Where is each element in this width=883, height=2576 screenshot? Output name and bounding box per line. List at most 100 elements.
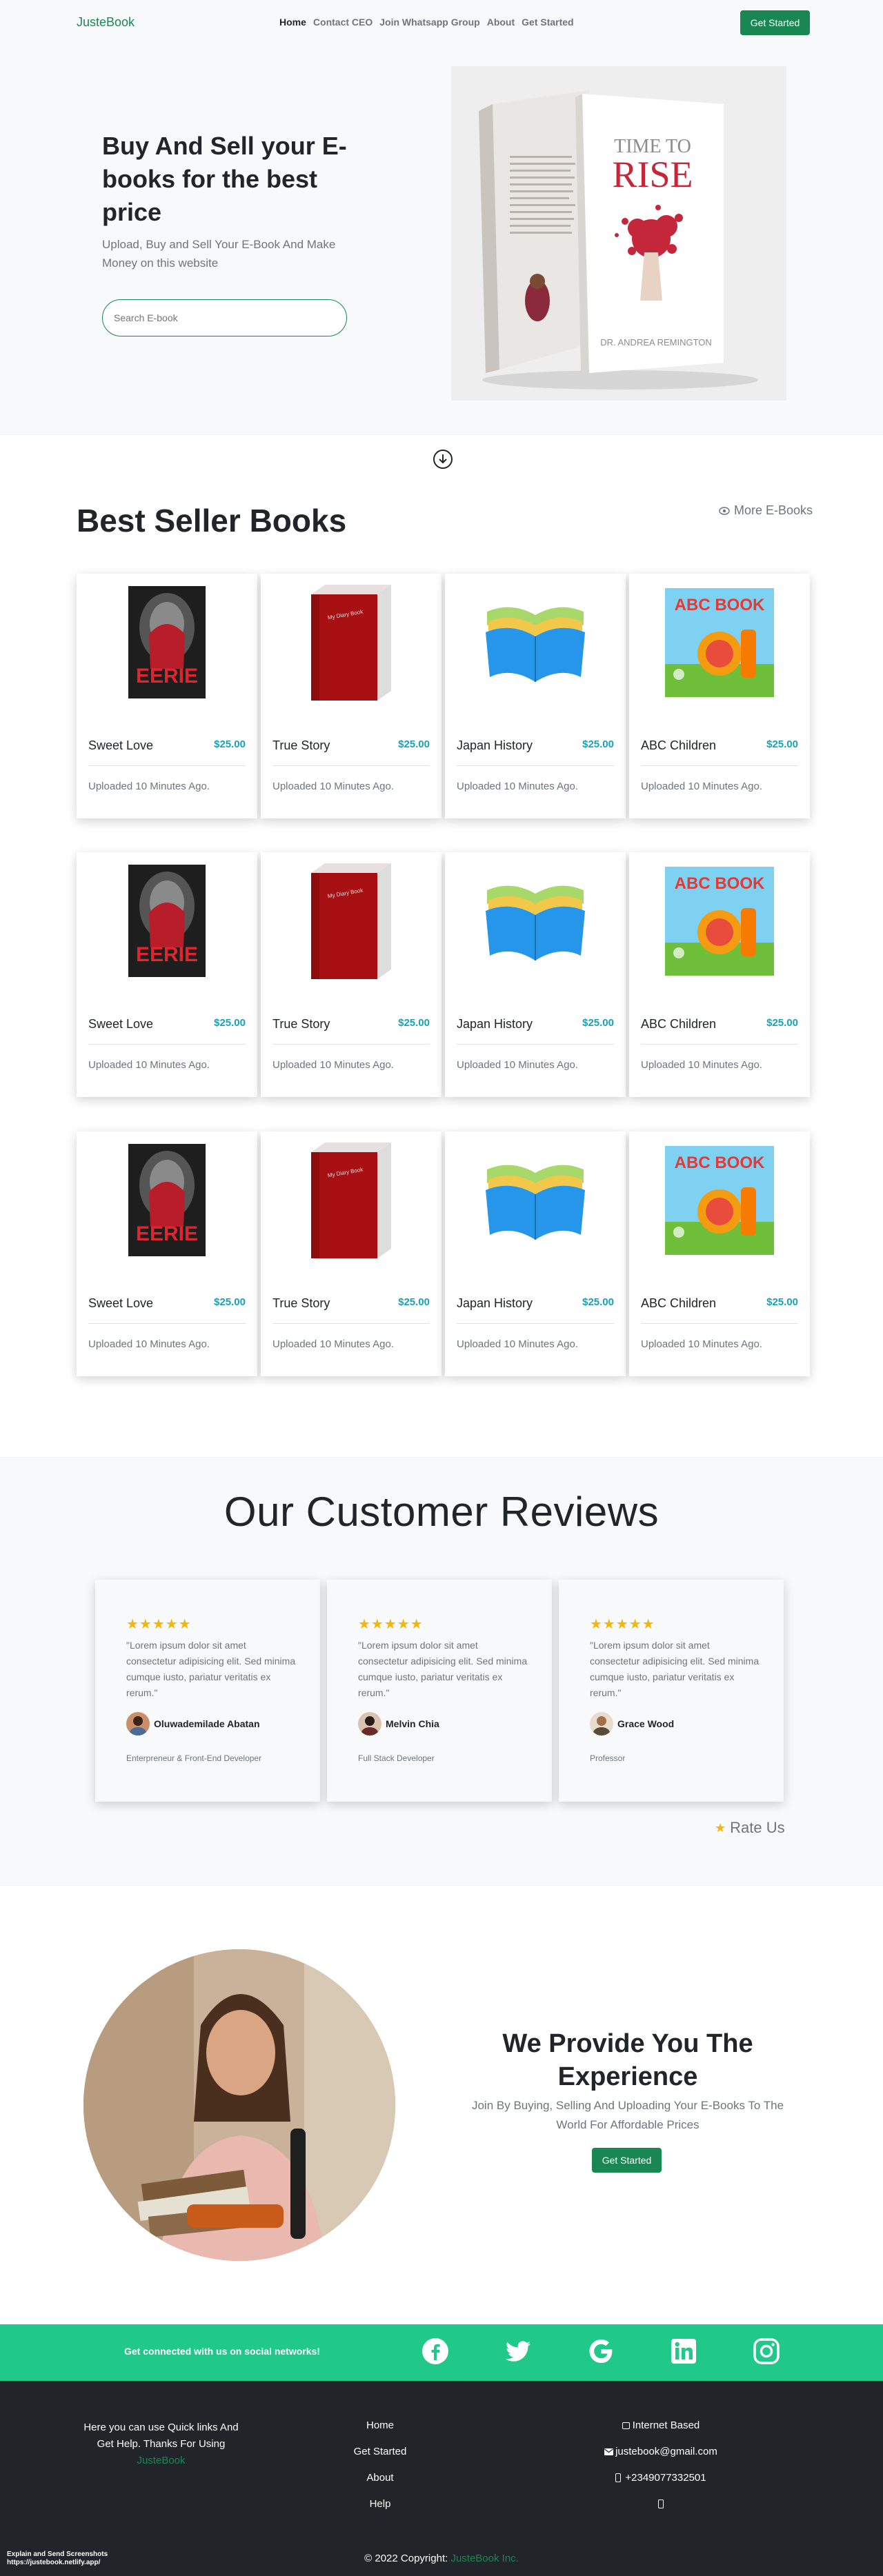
more-ebooks-link[interactable]: More E-Books (719, 503, 813, 518)
book-card-abc-children[interactable]: ABC BOOK ABC Children $25.00 Uploaded 10… (629, 574, 810, 818)
book-cover[interactable]: ABC BOOK (629, 582, 810, 703)
book-card-abc-children[interactable]: ABC BOOK ABC Children $25.00 Uploaded 10… (629, 1131, 810, 1376)
nav-link-whatsapp-group[interactable]: Join Whatsapp Group (379, 17, 479, 28)
book-upload-time: Uploaded 10 Minutes Ago. (88, 781, 210, 792)
card-divider (457, 1044, 614, 1045)
copyright-text: © 2022 Copyright: (364, 2553, 448, 2564)
book-card-true-story[interactable]: My Diary Book True Story $25.00 Uploaded… (261, 574, 442, 818)
reviewer: Oluwademilade Abatan (126, 1712, 260, 1735)
star-rating: ★★★★★ (358, 1617, 424, 1632)
card-divider (641, 1323, 798, 1324)
book-cover[interactable]: My Diary Book (261, 582, 442, 703)
book-card-sweet-love[interactable]: EERIE Sweet Love $25.00 Uploaded 10 Minu… (77, 1131, 257, 1376)
footer-phone[interactable]: +2349077332501 (591, 2472, 731, 2498)
book-card-true-story[interactable]: My Diary Book True Story $25.00 Uploaded… (261, 1131, 442, 1376)
footer-location-text: Internet Based (632, 2419, 700, 2431)
footer-link-help[interactable]: Help (345, 2498, 415, 2524)
hero-book-image: TIME TO RISE DR. ANDREA REMINGTON (451, 66, 786, 401)
book-upload-time: Uploaded 10 Minutes Ago. (641, 781, 762, 792)
footer-link-get-started[interactable]: Get Started (345, 2446, 415, 2472)
nav-get-started-button[interactable]: Get Started (740, 10, 810, 35)
experience-subtitle: Join By Buying, Selling And Uploading Yo… (471, 2099, 784, 2131)
book-price: $25.00 (398, 1296, 430, 1308)
book-cover[interactable]: ABC BOOK (629, 1140, 810, 1260)
footer-quick-links: Home Get Started About Help (345, 2419, 415, 2524)
book-upload-time: Uploaded 10 Minutes Ago. (641, 1059, 762, 1071)
hero-title: Buy And Sell your E-books for the best p… (102, 132, 347, 226)
book-name: True Story (272, 738, 330, 752)
eye-icon (719, 506, 730, 515)
rate-us-link[interactable]: ★ Rate Us (715, 1819, 785, 1837)
footer: Here you can use Quick links And Get Hel… (0, 2381, 883, 2576)
book-cover[interactable] (445, 1140, 626, 1260)
book-cover[interactable]: EERIE (77, 582, 257, 703)
experience-get-started-button[interactable]: Get Started (592, 2148, 662, 2173)
linkedin-icon[interactable] (670, 2337, 697, 2365)
book-cover[interactable]: EERIE (77, 1140, 257, 1260)
footer-email[interactable]: justebook@gmail.com (591, 2446, 731, 2472)
book-card-japan-history[interactable]: Japan History $25.00 Uploaded 10 Minutes… (445, 574, 626, 818)
book-card-sweet-love[interactable]: EERIE Sweet Love $25.00 Uploaded 10 Minu… (77, 574, 257, 818)
review-card: ★★★★★ "Lorem ipsum dolor sit amet consec… (559, 1580, 784, 1802)
footer-link-home[interactable]: Home (345, 2419, 415, 2446)
book-price: $25.00 (582, 1296, 614, 1308)
book-card-sweet-love[interactable]: EERIE Sweet Love $25.00 Uploaded 10 Minu… (77, 852, 257, 1097)
twitter-icon[interactable] (504, 2337, 532, 2365)
footer-about: Here you can use Quick links And Get Hel… (77, 2419, 246, 2469)
card-divider (272, 765, 430, 766)
book-name: True Story (272, 1296, 330, 1310)
card-divider (641, 765, 798, 766)
more-ebooks-label: More E-Books (734, 503, 813, 517)
ebook-search-input[interactable] (102, 299, 347, 336)
review-text: "Lorem ipsum dolor sit amet consectetur … (358, 1640, 528, 1698)
cover-author: DR. ANDREA REMINGTON (600, 337, 712, 348)
footer-about-text: Here you can use Quick links And Get Hel… (83, 2422, 239, 2450)
book-cover[interactable]: EERIE (77, 861, 257, 981)
book-row-2: EERIE Sweet Love $25.00 Uploaded 10 Minu… (77, 852, 811, 1097)
book-cover[interactable]: My Diary Book (261, 1140, 442, 1260)
scroll-down-icon[interactable] (433, 450, 453, 469)
svg-text:EERIE: EERIE (136, 665, 198, 687)
book-card-japan-history[interactable]: Japan History $25.00 Uploaded 10 Minutes… (445, 852, 626, 1097)
book-card-abc-children[interactable]: ABC BOOK ABC Children $25.00 Uploaded 10… (629, 852, 810, 1097)
book-cover[interactable]: ABC BOOK (629, 861, 810, 981)
footer-phone-icon-row (591, 2498, 731, 2524)
book-upload-time: Uploaded 10 Minutes Ago. (457, 1338, 578, 1350)
footer-link-about[interactable]: About (345, 2472, 415, 2498)
book-cover[interactable] (445, 861, 626, 981)
red-book-cover-icon: My Diary Book (311, 1143, 391, 1258)
book-price: $25.00 (582, 1017, 614, 1029)
copyright-brand-link[interactable]: JusteBook Inc. (450, 2553, 518, 2564)
cover-title-main: RISE (612, 154, 693, 195)
nav-link-get-started[interactable]: Get Started (522, 17, 573, 28)
book-price: $25.00 (214, 1296, 246, 1308)
book-upload-time: Uploaded 10 Minutes Ago. (88, 1059, 210, 1071)
footer-brand-link[interactable]: JusteBook (77, 2453, 246, 2469)
abc-book-cover-icon: ABC BOOK (665, 587, 774, 697)
card-divider (457, 765, 614, 766)
brand-logo[interactable]: JusteBook (77, 15, 135, 30)
star-rating: ★★★★★ (590, 1617, 655, 1632)
footer-location: Internet Based (591, 2419, 731, 2446)
google-icon[interactable] (587, 2337, 615, 2365)
instagram-icon[interactable] (753, 2337, 780, 2365)
book-name: Japan History (457, 1296, 533, 1310)
nav-link-home[interactable]: Home (279, 17, 306, 28)
book-cover[interactable]: My Diary Book (261, 861, 442, 981)
book-card-japan-history[interactable]: Japan History $25.00 Uploaded 10 Minutes… (445, 1131, 626, 1376)
review-card: ★★★★★ "Lorem ipsum dolor sit amet consec… (327, 1580, 552, 1802)
nav-link-contact-ceo[interactable]: Contact CEO (313, 17, 373, 28)
book-row-3: EERIE Sweet Love $25.00 Uploaded 10 Minu… (77, 1131, 811, 1376)
nav-link-about[interactable]: About (487, 17, 515, 28)
svg-text:ABC BOOK: ABC BOOK (675, 874, 765, 893)
facebook-icon[interactable] (421, 2337, 449, 2365)
book-row-1: EERIE Sweet Love $25.00 Uploaded 10 Minu… (77, 574, 811, 818)
footer-email-text: justebook@gmail.com (615, 2446, 717, 2457)
book-cover[interactable] (445, 582, 626, 703)
navbar: JusteBook Home Contact CEO Join Whatsapp… (0, 0, 883, 46)
book-name: Japan History (457, 1017, 533, 1031)
book-card-true-story[interactable]: My Diary Book True Story $25.00 Uploaded… (261, 852, 442, 1097)
book-name: ABC Children (641, 1017, 717, 1031)
book-upload-time: Uploaded 10 Minutes Ago. (272, 1338, 394, 1350)
book-name: Sweet Love (88, 1017, 154, 1031)
